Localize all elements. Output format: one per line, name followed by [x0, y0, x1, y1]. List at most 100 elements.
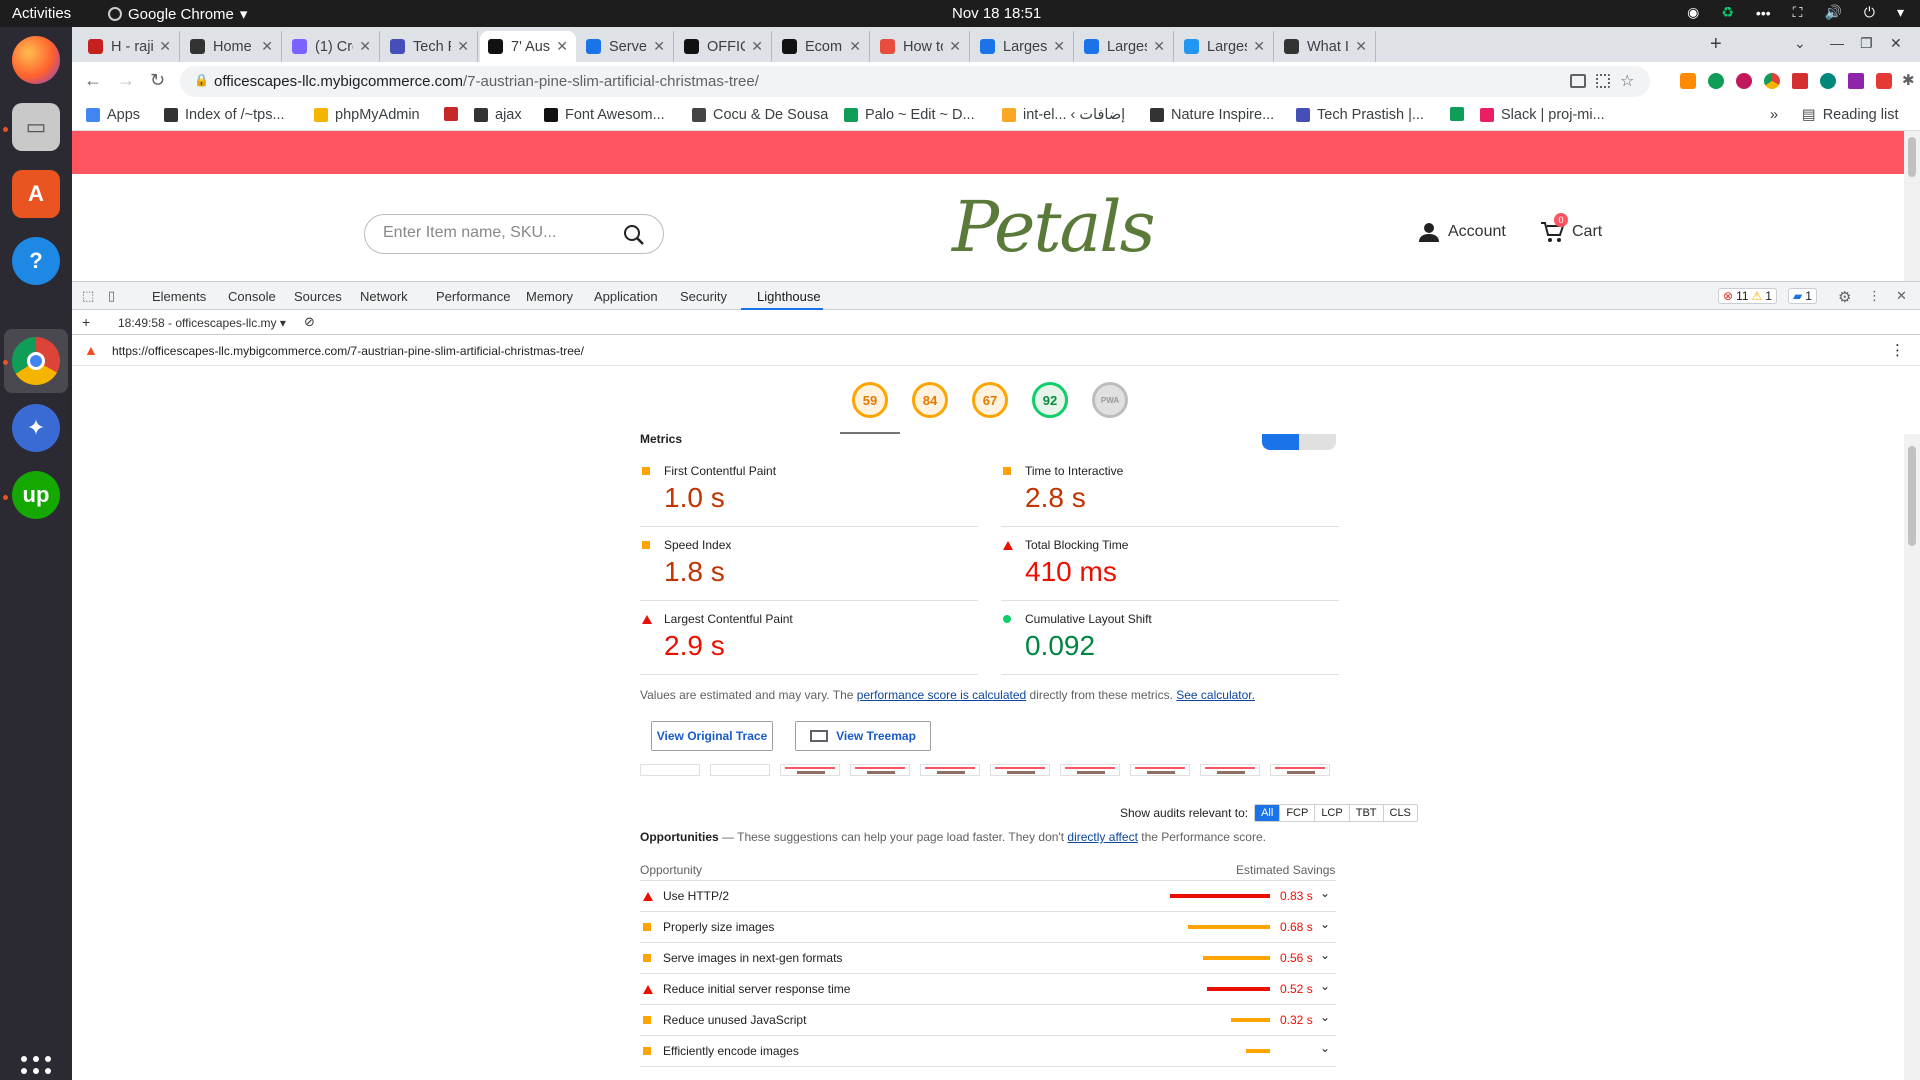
sync-icon[interactable]: ♻ [1721, 4, 1734, 21]
report-url[interactable]: https://officescapes-llc.mybigcommerce.c… [112, 344, 584, 358]
browser-tab[interactable]: (1) Crede ✕ [284, 31, 380, 62]
opportunity-row[interactable]: Efficiently encode images ⌄ [640, 1036, 1336, 1067]
forward-icon[interactable]: → [117, 70, 135, 91]
score-gauge[interactable]: 92 [1032, 382, 1068, 418]
bookmark-item[interactable]: ajax [474, 107, 522, 123]
bookmark-item[interactable]: phpMyAdmin [314, 107, 420, 123]
bookmark-item[interactable]: Cocu & De Sousa [692, 107, 828, 123]
maximize-icon[interactable]: ❐ [1860, 35, 1873, 52]
new-tab-icon[interactable]: + [1710, 33, 1722, 56]
extension-icon[interactable] [1708, 73, 1724, 89]
scrollbar-thumb[interactable] [1908, 137, 1916, 177]
power-icon[interactable]: ⏻ [1864, 4, 1875, 21]
score-gauge[interactable]: 84 [912, 382, 948, 418]
close-icon[interactable]: ✕ [751, 38, 763, 55]
browser-tab[interactable]: What Is L ✕ [1276, 31, 1376, 62]
bookmark-star-icon[interactable]: ☆ [1620, 71, 1634, 91]
tab-search-icon[interactable]: ⌄ [1794, 35, 1806, 52]
new-report-icon[interactable]: + [82, 314, 90, 330]
minimize-icon[interactable]: — [1830, 35, 1844, 51]
close-icon[interactable]: ✕ [1355, 38, 1367, 55]
close-icon[interactable]: ✕ [159, 38, 171, 55]
score-gauge[interactable]: 67 [972, 382, 1008, 418]
indicator-icon[interactable]: ◉ [1687, 4, 1699, 21]
report-selector[interactable]: 18:49:58 - officescapes-llc.my ▾ [118, 316, 286, 330]
account-link[interactable]: Account [1418, 221, 1506, 243]
view-treemap-button[interactable]: View Treemap [795, 721, 931, 751]
extension-icon[interactable] [1848, 73, 1864, 89]
help-icon[interactable]: ? [12, 237, 60, 285]
close-icon[interactable]: ✕ [1253, 38, 1265, 55]
filter-chip-fcp[interactable]: FCP [1280, 805, 1316, 821]
close-icon[interactable]: ✕ [359, 38, 371, 55]
close-icon[interactable]: ✕ [1890, 35, 1902, 52]
close-icon[interactable]: ✕ [653, 38, 665, 55]
bookmark-item[interactable] [444, 107, 465, 121]
inspect-element-icon[interactable]: ⬚ [82, 288, 94, 304]
page-scrollbar[interactable] [1904, 131, 1920, 281]
browser-tab[interactable]: OFFICES ✕ [676, 31, 772, 62]
more-icon[interactable]: ••• [1756, 5, 1771, 21]
search-input[interactable] [383, 224, 613, 242]
chevron-down-icon[interactable]: ⌄ [1320, 1041, 1330, 1055]
app-icon[interactable]: ✦ [12, 404, 60, 452]
lock-icon[interactable]: 🔒 [194, 73, 209, 87]
system-tray[interactable]: ◉ ♻ ••• ⛶ 🔊 ⏻ ▾ [1687, 4, 1904, 21]
close-icon[interactable]: ✕ [1053, 38, 1065, 55]
browser-tab[interactable]: Serve sta ✕ [578, 31, 674, 62]
browser-tab[interactable]: Largest C ✕ [972, 31, 1074, 62]
devtools-tab-lighthouse[interactable]: Lighthouse [757, 289, 821, 304]
files-icon[interactable]: ▭ [12, 103, 60, 151]
devtools-tab-network[interactable]: Network [360, 289, 408, 304]
close-icon[interactable]: ✕ [849, 38, 861, 55]
bookmark-item[interactable]: int-el... ‹ إضافات [1002, 107, 1125, 123]
chevron-down-icon[interactable]: ⌄ [1320, 948, 1330, 962]
close-icon[interactable]: ✕ [457, 38, 469, 55]
devtools-tab-performance[interactable]: Performance [436, 289, 510, 304]
messages-badge[interactable]: ▰ 1 [1788, 288, 1817, 304]
extension-icon[interactable] [1876, 73, 1892, 89]
error-count-badge[interactable]: ⊗ 11 ⚠ 1 [1718, 288, 1777, 304]
chrome-icon[interactable] [12, 337, 60, 385]
opportunity-row[interactable]: Use HTTP/2 0.83 s ⌄ [640, 881, 1336, 912]
score-gauge[interactable]: PWA [1092, 382, 1128, 418]
browser-tab[interactable]: Ecomme ✕ [774, 31, 870, 62]
settings-gear-icon[interactable]: ⚙ [1838, 288, 1851, 306]
toggle-compact[interactable] [1262, 434, 1299, 450]
opportunity-row[interactable]: Serve images in next-gen formats 0.56 s ⌄ [640, 943, 1336, 974]
bookmark-item[interactable]: Slack | proj-mi... [1480, 107, 1605, 123]
reading-list-button[interactable]: ▤ Reading list [1802, 107, 1898, 123]
activities-button[interactable]: Activities [12, 5, 71, 22]
devtools-tab-console[interactable]: Console [228, 289, 276, 304]
extension-icon[interactable] [1820, 73, 1836, 89]
chevron-down-icon[interactable]: ⌄ [1320, 979, 1330, 993]
extension-icon[interactable] [1680, 73, 1696, 89]
browser-tab[interactable]: Tech Pra ✕ [382, 31, 478, 62]
kebab-menu-icon[interactable]: ⋮ [1868, 288, 1881, 304]
site-search[interactable] [364, 214, 664, 254]
show-apps-icon[interactable] [21, 1056, 51, 1080]
close-icon[interactable]: ✕ [949, 38, 961, 55]
scrollbar-thumb[interactable] [1908, 446, 1916, 546]
site-logo[interactable]: Petals [952, 186, 1156, 268]
browser-tab[interactable]: How to C ✕ [872, 31, 970, 62]
bookmark-item[interactable]: Palo ~ Edit ~ D... [844, 107, 975, 123]
bookmark-item[interactable]: Tech Prastish |... [1296, 107, 1424, 123]
browser-tab[interactable]: Largest C ✕ [1076, 31, 1174, 62]
chevron-down-icon[interactable]: ▾ [1897, 4, 1904, 21]
search-icon[interactable] [622, 223, 646, 247]
chevron-down-icon[interactable]: ⌄ [1320, 917, 1330, 931]
close-icon[interactable]: ✕ [1896, 288, 1907, 304]
upwork-icon[interactable]: up [12, 471, 60, 519]
browser-tab[interactable]: Largest C ✕ [1176, 31, 1274, 62]
reload-icon[interactable]: ↻ [150, 70, 165, 91]
clock[interactable]: Nov 18 18:51 [952, 5, 1041, 22]
devtools-tab-sources[interactable]: Sources [294, 289, 342, 304]
bookmark-item[interactable] [1450, 107, 1471, 121]
score-calculated-link[interactable]: performance score is calculated [857, 688, 1026, 702]
device-toolbar-icon[interactable]: ▯ [108, 288, 115, 304]
filter-chip-lcp[interactable]: LCP [1315, 805, 1350, 821]
opportunity-row[interactable]: Reduce initial server response time 0.52 … [640, 974, 1336, 1005]
devtools-tab-security[interactable]: Security [680, 289, 727, 304]
browser-tab[interactable]: Home - W ✕ [182, 31, 282, 62]
